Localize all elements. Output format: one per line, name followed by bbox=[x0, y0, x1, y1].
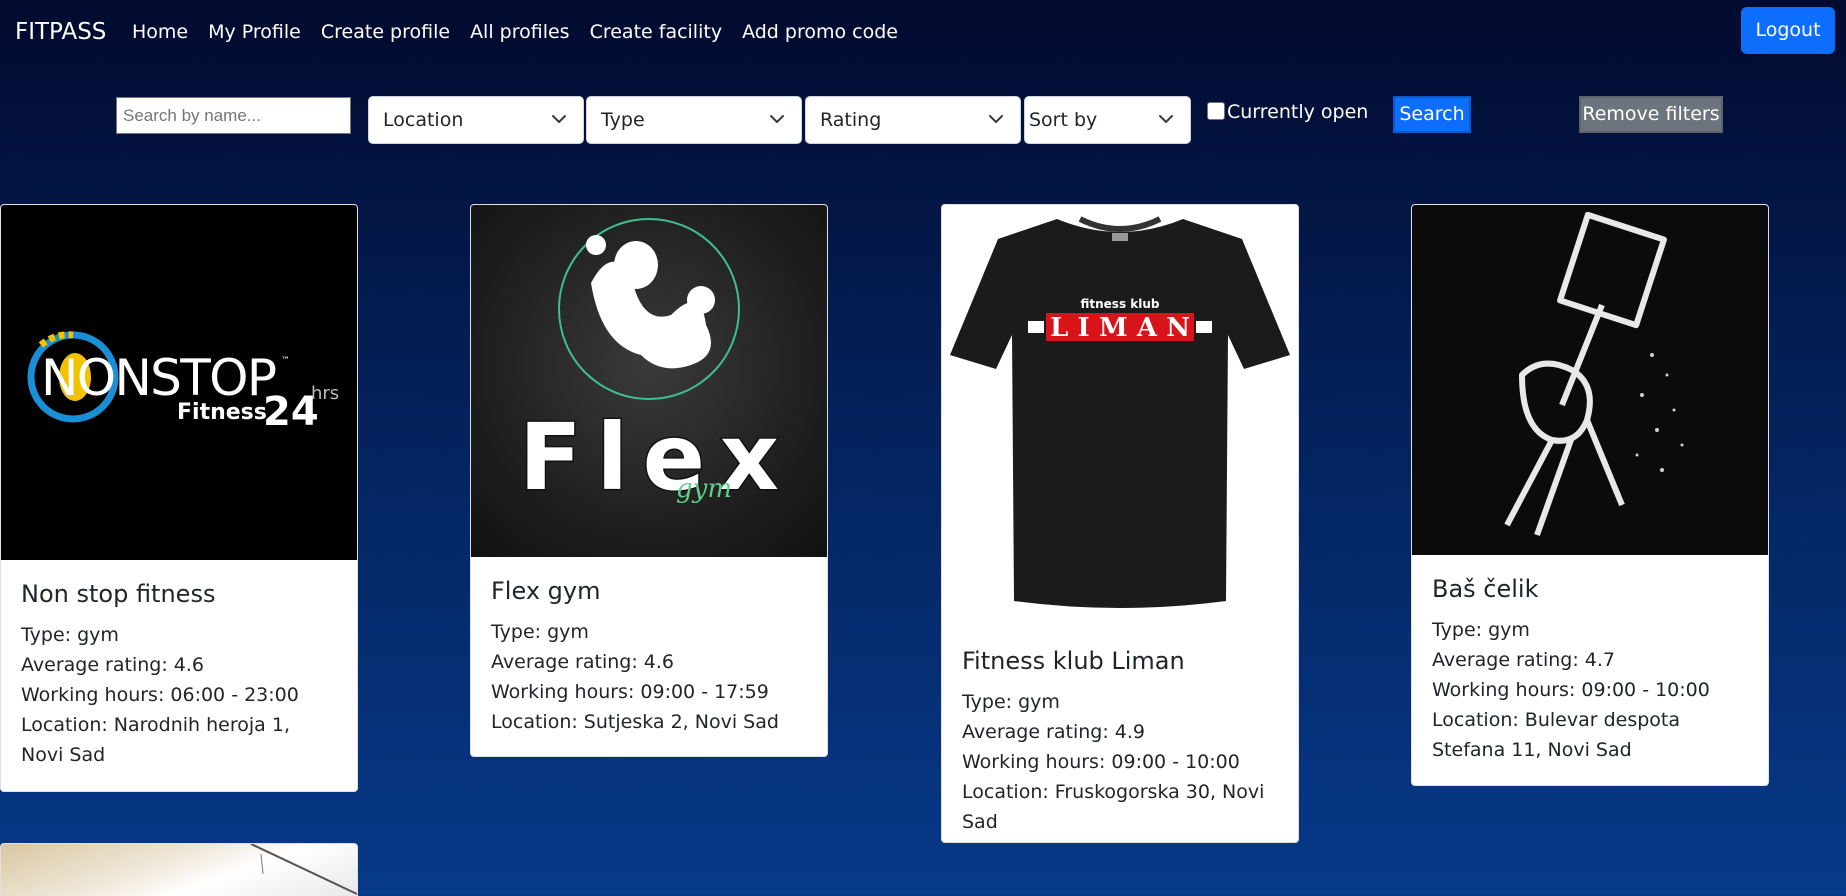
liman-tshirt-image: LIMAN fitness klub bbox=[950, 216, 1290, 608]
flex-logo: Flex gym bbox=[518, 218, 781, 513]
location-select[interactable]: Location bbox=[368, 96, 584, 144]
facility-hours: Working hours: 09:00 - 17:59 bbox=[491, 681, 769, 703]
facility-card[interactable]: NONSTOP ™ Fitness 24 hrs Non stop fitnes… bbox=[0, 204, 358, 792]
facility-hours: Working hours: 09:00 - 10:00 bbox=[962, 751, 1240, 773]
nav-all-profiles[interactable]: All profiles bbox=[470, 18, 570, 46]
facility-hours: Working hours: 06:00 - 23:00 bbox=[21, 684, 299, 706]
nav-add-promo-code[interactable]: Add promo code bbox=[742, 18, 898, 46]
facility-location: Location: Narodnih heroja 1, Novi Sad bbox=[21, 714, 290, 766]
facility-photo bbox=[250, 844, 357, 895]
svg-text:Fitness: Fitness bbox=[177, 400, 267, 425]
chevron-down-icon bbox=[989, 115, 1003, 123]
facility-name: Non stop fitness bbox=[21, 580, 216, 608]
facility-type: Type: gym bbox=[491, 621, 589, 643]
facility-location: Location: Fruskogorska 30, Novi Sad bbox=[962, 781, 1265, 833]
sort-select-label: Sort by bbox=[1029, 109, 1098, 131]
svg-text:™: ™ bbox=[281, 356, 290, 366]
nav-create-facility[interactable]: Create facility bbox=[590, 18, 722, 46]
svg-text:Flex: Flex bbox=[519, 404, 779, 511]
svg-text:gym: gym bbox=[676, 474, 732, 504]
facility-name: Baš čelik bbox=[1432, 575, 1539, 603]
facility-card[interactable]: Baš čelik Type: gym Average rating: 4.7 … bbox=[1411, 204, 1769, 786]
nav-my-profile[interactable]: My Profile bbox=[208, 18, 301, 46]
facility-rating: Average rating: 4.9 bbox=[962, 721, 1146, 743]
facility-name: Fitness klub Liman bbox=[962, 647, 1185, 675]
logout-button[interactable]: Logout bbox=[1741, 7, 1835, 54]
facility-rating: Average rating: 4.6 bbox=[491, 651, 675, 673]
facility-logo-image: LIMAN fitness klub bbox=[942, 205, 1298, 627]
brand-logo[interactable]: FITPASS bbox=[15, 16, 106, 48]
facility-type: Type: gym bbox=[962, 691, 1060, 713]
svg-text:NONSTOP: NONSTOP bbox=[41, 349, 277, 407]
nonstop-logo: NONSTOP ™ Fitness 24 hrs bbox=[27, 331, 339, 435]
facility-hours: Working hours: 09:00 - 10:00 bbox=[1432, 679, 1710, 701]
type-select[interactable]: Type bbox=[586, 96, 802, 144]
facility-location: Location: Bulevar despota Stefana 11, No… bbox=[1432, 709, 1681, 761]
svg-text:fitness klub: fitness klub bbox=[1080, 297, 1159, 311]
facility-card[interactable]: Flex gym Flex gym Type: gym Average rati… bbox=[470, 204, 828, 757]
nav-create-profile[interactable]: Create profile bbox=[321, 18, 450, 46]
facility-rating: Average rating: 4.7 bbox=[1432, 649, 1616, 671]
remove-filters-button[interactable]: Remove filters bbox=[1579, 96, 1723, 133]
search-input[interactable] bbox=[116, 97, 351, 134]
rating-select-label: Rating bbox=[820, 109, 882, 131]
facility-type: Type: gym bbox=[21, 624, 119, 646]
facility-location: Location: Sutjeska 2, Novi Sad bbox=[491, 711, 779, 733]
nav-home[interactable]: Home bbox=[132, 18, 188, 46]
navbar: FITPASS Home My Profile Create profile A… bbox=[0, 0, 1846, 64]
facility-type: Type: gym bbox=[1432, 619, 1530, 641]
location-select-label: Location bbox=[383, 109, 464, 131]
hammer-fist-image bbox=[1504, 211, 1684, 537]
rating-select[interactable]: Rating bbox=[805, 96, 1021, 144]
facility-name: Flex gym bbox=[491, 577, 601, 605]
facility-logo-image bbox=[1, 844, 357, 896]
currently-open-label: Currently open bbox=[1227, 101, 1369, 123]
facility-card[interactable]: LIMAN fitness klub Fitness klub Liman Ty… bbox=[941, 204, 1299, 843]
search-button[interactable]: Search bbox=[1393, 96, 1471, 133]
chevron-down-icon bbox=[770, 115, 784, 123]
facility-rating: Average rating: 4.6 bbox=[21, 654, 205, 676]
facility-card[interactable] bbox=[0, 843, 358, 896]
facility-logo-image: NONSTOP ™ Fitness 24 hrs bbox=[1, 205, 357, 560]
chevron-down-icon bbox=[1159, 115, 1173, 123]
facility-logo-image: Flex gym bbox=[471, 205, 827, 557]
type-select-label: Type bbox=[601, 109, 645, 131]
facility-logo-image bbox=[1412, 205, 1768, 555]
svg-text:hrs: hrs bbox=[311, 383, 339, 404]
chevron-down-icon bbox=[552, 115, 566, 123]
sort-select[interactable]: Sort by bbox=[1024, 96, 1191, 144]
currently-open-checkbox[interactable] bbox=[1207, 102, 1225, 120]
nav-links: Home My Profile Create profile All profi… bbox=[132, 18, 898, 46]
